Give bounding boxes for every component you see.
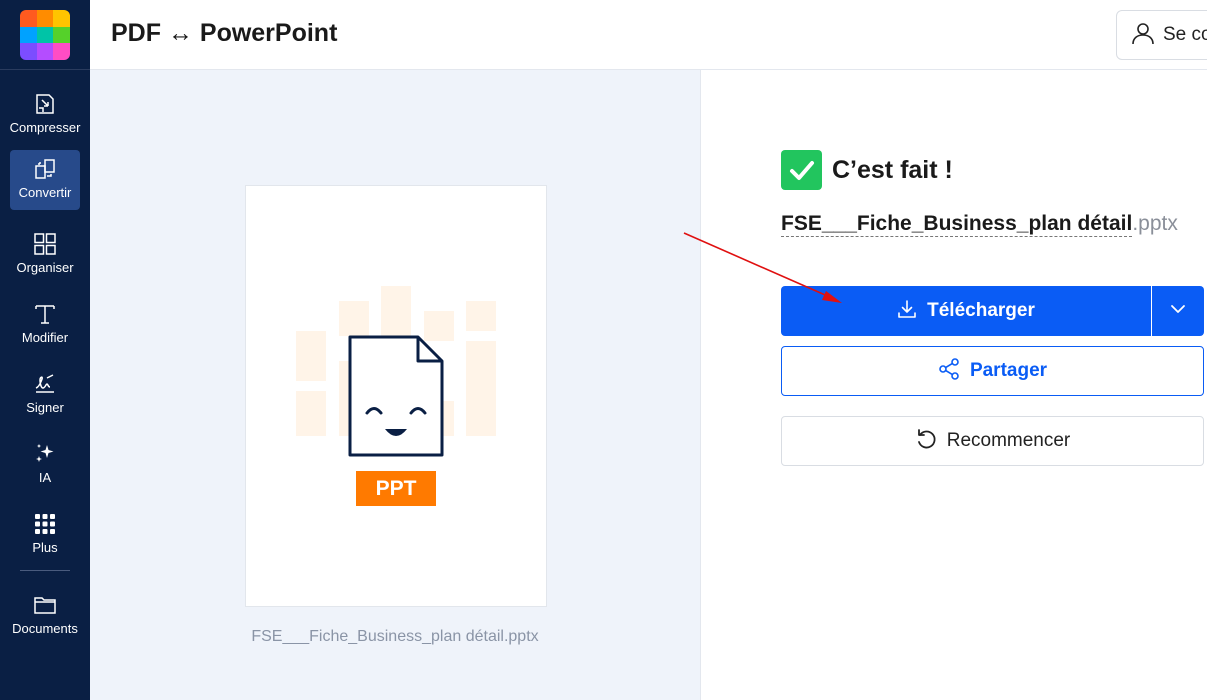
page-title: PDF ↔ PowerPoint	[111, 19, 338, 47]
sidebar-item-label: Organiser	[16, 260, 74, 275]
result-filename[interactable]: FSE___Fiche_Business_plan détail.pptx	[781, 212, 1178, 237]
success-message: C’est fait !	[781, 150, 953, 190]
restart-button[interactable]: Recommencer	[781, 416, 1204, 466]
ppt-file-illustration	[296, 286, 496, 506]
sidebar-item-compresser[interactable]: Compresser	[10, 85, 80, 145]
logo-tile	[53, 43, 70, 60]
logo-tile	[20, 26, 37, 44]
share-icon	[938, 357, 960, 385]
compress-icon	[32, 91, 58, 117]
sidebar-item-organiser[interactable]: Organiser	[10, 225, 80, 285]
text-icon	[32, 301, 58, 327]
login-button[interactable]: Se co	[1116, 10, 1207, 60]
sidebar-divider	[20, 570, 70, 571]
sidebar-item-ia[interactable]: IA	[10, 435, 80, 495]
sidebar-item-label: Documents	[12, 621, 78, 636]
sidebar-item-modifier[interactable]: Modifier	[10, 295, 80, 355]
top-header: PDF ↔ PowerPoint Se co	[90, 0, 1207, 70]
smiling-file-icon	[348, 335, 444, 457]
restart-label: Recommencer	[946, 430, 1071, 451]
logo-area	[0, 0, 90, 70]
logo-tile	[20, 10, 37, 27]
dots-grid-icon	[32, 511, 58, 537]
download-label: Télécharger	[927, 300, 1035, 321]
logo-tile	[53, 10, 70, 27]
download-options-button[interactable]	[1152, 286, 1204, 336]
sidebar-item-signer[interactable]: Signer	[10, 365, 80, 425]
sidebar: Compresser Convertir Organiser Modifier	[0, 0, 90, 700]
sidebar-item-convertir[interactable]: Convertir	[10, 150, 80, 210]
result-file-ext: .pptx	[1132, 212, 1178, 235]
logo-tile	[20, 43, 37, 60]
logo-tile	[36, 26, 54, 44]
share-label: Partager	[969, 360, 1048, 381]
sparkle-icon	[32, 441, 58, 467]
preview-panel: PPT FSE___Fiche_Business_plan détail.ppt…	[90, 70, 700, 700]
check-icon	[781, 150, 822, 190]
sidebar-item-label: IA	[38, 470, 52, 485]
sidebar-item-plus[interactable]: Plus	[10, 505, 80, 565]
app-logo[interactable]	[20, 10, 70, 60]
ppt-badge: PPT	[375, 476, 417, 500]
download-icon	[897, 299, 917, 324]
sidebar-item-label: Compresser	[9, 120, 81, 135]
document-preview-card: PPT	[245, 185, 547, 607]
logo-tile	[36, 10, 54, 27]
download-button[interactable]: Télécharger	[781, 286, 1151, 336]
logo-tile	[36, 43, 54, 60]
folder-icon	[32, 592, 58, 618]
success-text: C’est fait !	[832, 155, 953, 184]
signature-icon	[32, 371, 58, 397]
grid-icon	[32, 231, 58, 257]
sidebar-item-label: Modifier	[21, 330, 69, 345]
sidebar-item-label: Convertir	[18, 185, 72, 200]
sidebar-item-label: Signer	[26, 400, 64, 415]
preview-filename: FSE___Fiche_Business_plan détail.pptx	[251, 628, 539, 645]
restart-icon	[915, 428, 937, 455]
chevron-down-icon	[1169, 300, 1187, 323]
convert-icon	[32, 156, 58, 182]
user-icon	[1131, 21, 1155, 50]
login-label: Se co	[1163, 24, 1207, 45]
logo-tile	[53, 26, 70, 44]
share-button[interactable]: Partager	[781, 346, 1204, 396]
result-file-name[interactable]: FSE___Fiche_Business_plan détail	[781, 212, 1133, 237]
sidebar-item-label: Plus	[32, 540, 58, 555]
panel-divider	[700, 70, 701, 700]
sidebar-item-documents[interactable]: Documents	[10, 586, 80, 646]
